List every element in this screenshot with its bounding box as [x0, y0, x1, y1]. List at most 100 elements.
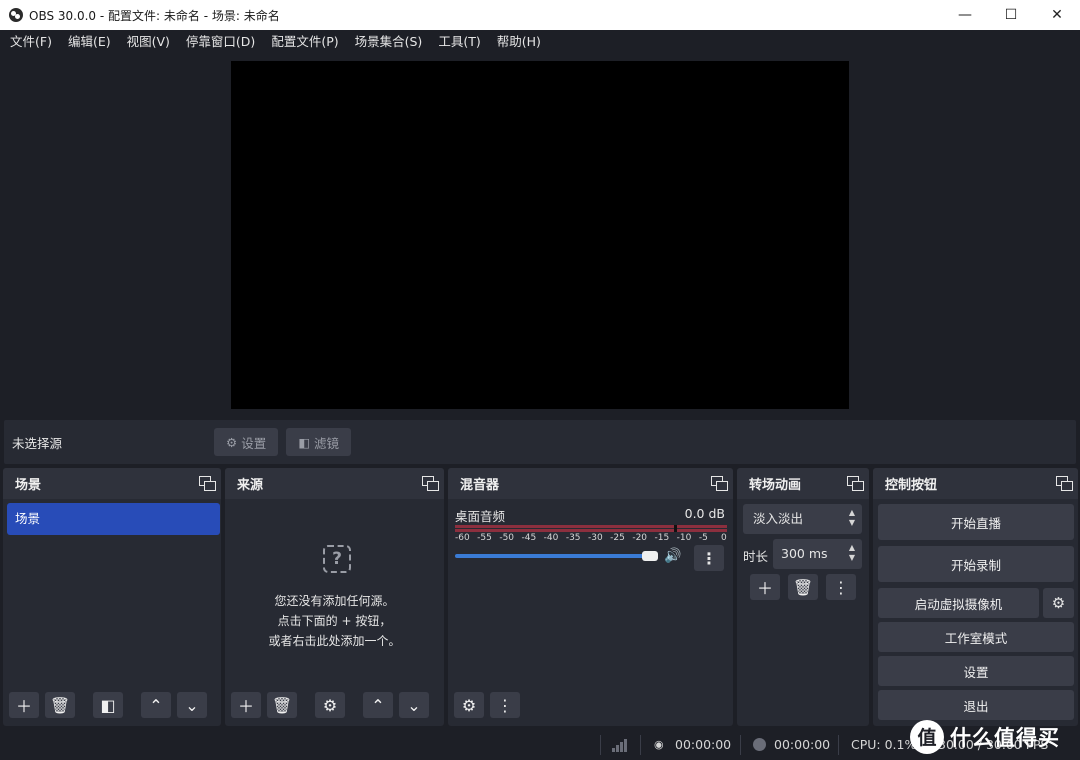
menu-scene-collection[interactable]: 场景集合(S): [347, 30, 431, 54]
maximize-button[interactable]: ☐: [988, 0, 1034, 30]
sources-dock: 来源 ? 您还没有添加任何源。 点击下面的 + 按钮， 或者右击此处添加一个。 …: [225, 468, 444, 726]
stream-status-icon: ◉: [654, 738, 664, 751]
move-scene-up-button[interactable]: ⌃: [141, 692, 171, 718]
undock-icon[interactable]: [1056, 476, 1073, 491]
sources-dock-title: 来源: [237, 478, 264, 493]
transition-selected: 淡入淡出: [753, 511, 804, 526]
source-filters-button[interactable]: ◧ 滤镜: [286, 428, 352, 456]
transition-select[interactable]: 淡入淡出 ▲ ▼: [743, 504, 862, 534]
remove-source-button[interactable]: 🗑: [267, 692, 297, 718]
spin-arrows-icon[interactable]: ▲ ▼: [846, 543, 858, 563]
source-settings-button[interactable]: ⚙ 设置: [214, 428, 279, 456]
meter-bar-left: [455, 525, 727, 528]
window-title: OBS 30.0.0 - 配置文件: 未命名 - 场景: 未命名: [29, 8, 280, 23]
move-scene-down-button[interactable]: ⌄: [177, 692, 207, 718]
empty-line: 点击下面的 + 按钮，: [277, 614, 392, 628]
volume-slider-track[interactable]: [455, 554, 654, 558]
meter-tick-label: -55: [477, 533, 492, 543]
move-source-down-button[interactable]: ⌄: [399, 692, 429, 718]
speaker-icon[interactable]: 🔊: [664, 548, 681, 564]
sources-empty-message[interactable]: 您还没有添加任何源。 点击下面的 + 按钮， 或者右击此处添加一个。: [225, 591, 444, 651]
more-vertical-icon: ⋮: [701, 548, 717, 568]
question-mark-icon: ?: [323, 545, 351, 573]
meter-tick-label: -35: [565, 533, 581, 543]
studio-mode-button[interactable]: 工作室模式: [878, 622, 1074, 652]
window-controls: — ☐ ✕: [942, 0, 1080, 30]
source-toolbar: 未选择源 ⚙ 设置 ◧ 滤镜: [4, 420, 1076, 464]
menu-file[interactable]: 文件(F): [2, 30, 60, 54]
duration-spinbox[interactable]: 300 ms ▲ ▼: [773, 539, 862, 569]
watermark-logo: 值 什么值得买: [906, 713, 1080, 760]
menu-edit[interactable]: 编辑(E): [60, 30, 119, 54]
transitions-dock: 转场动画 淡入淡出 ▲ ▼ 时长 300 ms ▲ ▼ ＋ 🗑 ⋮: [737, 468, 869, 726]
scene-list-item[interactable]: 场景: [7, 503, 220, 535]
minimize-button[interactable]: —: [942, 0, 988, 30]
more-vertical-icon: ⋮: [833, 577, 849, 597]
move-source-up-button[interactable]: ⌃: [363, 692, 393, 718]
meter-tick-label: 0: [721, 533, 727, 543]
undock-icon[interactable]: [847, 476, 864, 491]
remove-transition-button[interactable]: 🗑: [788, 574, 818, 600]
meter-tick-label: -45: [521, 533, 537, 543]
add-source-button[interactable]: ＋: [231, 692, 261, 718]
preview-canvas[interactable]: [231, 61, 849, 409]
close-button[interactable]: ✕: [1034, 0, 1080, 30]
undock-icon[interactable]: [199, 476, 216, 491]
scene-filters-button[interactable]: ◧: [93, 692, 123, 718]
chevron-up-icon: ⌃: [371, 695, 385, 715]
undock-icon[interactable]: [711, 476, 728, 491]
menu-help[interactable]: 帮助(H): [489, 30, 549, 54]
duration-label: 时长: [743, 549, 769, 564]
scenes-toolbar: ＋ 🗑 ◧ ⌃ ⌄: [9, 692, 207, 718]
network-signal-icon: [612, 738, 628, 752]
mixer-menu-button[interactable]: ⋮: [490, 692, 520, 718]
menu-view[interactable]: 视图(V): [119, 30, 178, 54]
record-status-icon: [753, 738, 766, 751]
preview-area: [0, 54, 1080, 418]
no-source-label: 未选择源: [12, 435, 63, 451]
empty-line: 您还没有添加任何源。: [274, 594, 395, 608]
chevron-up-icon: ⌃: [149, 695, 163, 715]
empty-line: 或者右击此处添加一个。: [268, 634, 401, 648]
trash-icon: 🗑: [792, 577, 814, 597]
scenes-dock: 场景 场景 ＋ 🗑 ◧ ⌃ ⌄: [3, 468, 221, 726]
scenes-dock-header: 场景: [3, 468, 221, 499]
trash-icon: 🗑: [271, 695, 293, 715]
add-scene-button[interactable]: ＋: [9, 692, 39, 718]
plus-icon: ＋: [15, 697, 32, 716]
meter-tick-label: -40: [543, 533, 559, 543]
transition-menu-button[interactable]: ⋮: [826, 574, 856, 600]
meter-tick-label: -30: [588, 533, 603, 543]
advanced-audio-button[interactable]: ⚙: [454, 692, 484, 718]
gear-icon: ⚙: [1051, 594, 1066, 612]
virtual-camera-settings-button[interactable]: ⚙: [1043, 588, 1074, 618]
chevron-down-icon: ⌄: [407, 695, 421, 715]
channel-menu-button[interactable]: ⋮: [694, 545, 724, 571]
start-recording-button[interactable]: 开始录制: [878, 546, 1074, 582]
gear-icon: ⚙: [322, 695, 338, 715]
add-transition-button[interactable]: ＋: [750, 574, 780, 600]
menu-docks[interactable]: 停靠窗口(D): [178, 30, 263, 54]
gear-icon: ⚙: [226, 434, 238, 450]
menu-profile[interactable]: 配置文件(P): [263, 30, 346, 54]
meter-tick-label: -10: [676, 533, 692, 543]
plus-icon: ＋: [756, 579, 773, 598]
remove-scene-button[interactable]: 🗑: [45, 692, 75, 718]
volume-slider-handle[interactable]: [641, 551, 658, 561]
title-bar: OBS 30.0.0 - 配置文件: 未命名 - 场景: 未命名 — ☐ ✕: [0, 0, 1080, 30]
source-properties-button[interactable]: ⚙: [315, 692, 345, 718]
meter-tick-label: -60: [455, 533, 470, 543]
audio-level-db: 0.0 dB: [684, 506, 725, 521]
start-virtual-camera-button[interactable]: 启动虚拟摄像机: [878, 588, 1039, 618]
menu-bar: 文件(F) 编辑(E) 视图(V) 停靠窗口(D) 配置文件(P) 场景集合(S…: [0, 30, 1080, 54]
mixer-dock: 混音器 桌面音频 0.0 dB -60 -55 -50 -45 -40 -35 -30 -25…: [448, 468, 733, 726]
menu-tools[interactable]: 工具(T): [430, 30, 488, 54]
start-streaming-button[interactable]: 开始直播: [878, 504, 1074, 540]
undock-icon[interactable]: [422, 476, 439, 491]
chevron-down-icon: ⌄: [185, 695, 199, 715]
watermark-text: 什么值得买: [950, 725, 1060, 750]
settings-button[interactable]: 设置: [878, 656, 1074, 686]
sources-dock-header: 来源: [225, 468, 444, 499]
controls-dock: 控制按钮 开始直播 开始录制 启动虚拟摄像机 ⚙ 工作室模式 设置 退出: [873, 468, 1078, 726]
filter-icon: ◧: [298, 434, 311, 450]
